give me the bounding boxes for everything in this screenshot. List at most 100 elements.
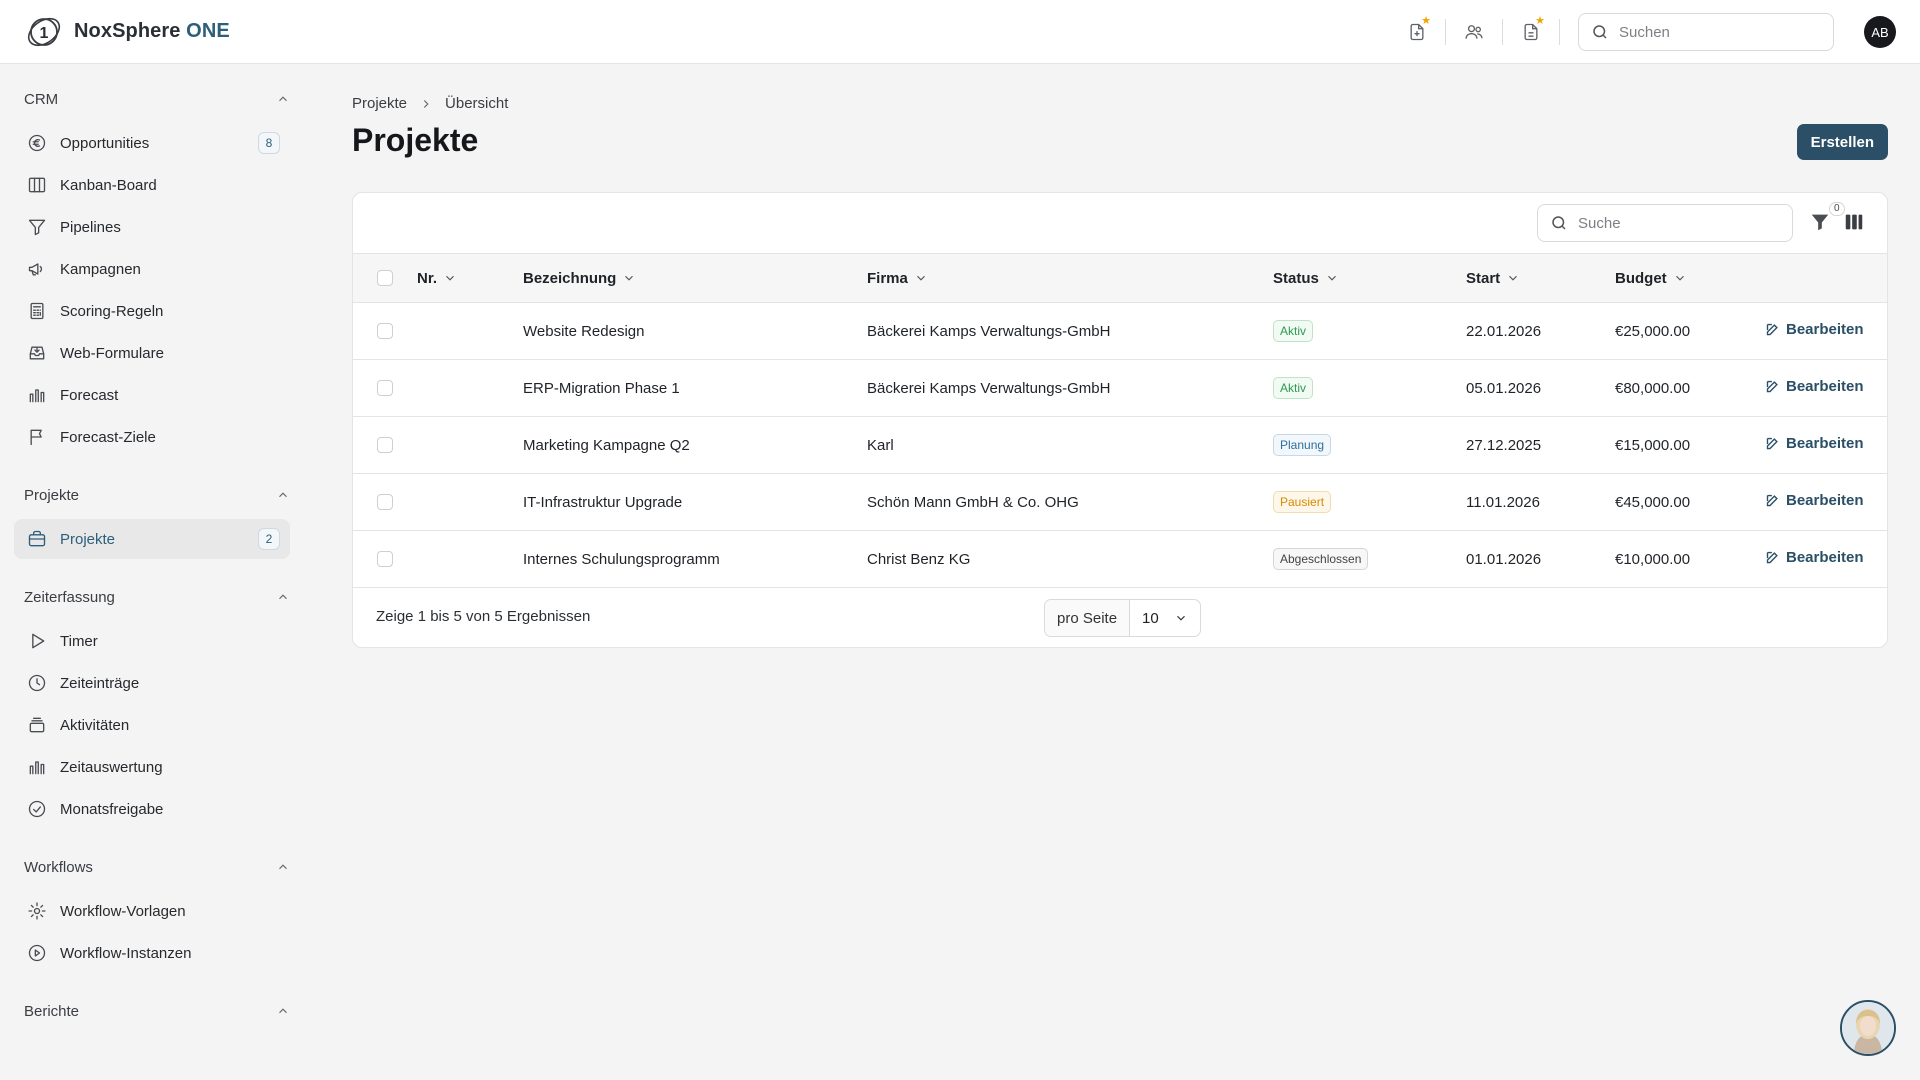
column-header-nr[interactable]: Nr. (417, 254, 523, 303)
sidebar-item-label: Forecast (60, 386, 119, 404)
page-title: Projekte (352, 122, 479, 158)
projects-table-card: 0 Nr. Bezeichnung Firma Status Start Bud… (352, 192, 1888, 648)
table-search[interactable] (1537, 204, 1793, 242)
row-checkbox[interactable] (377, 323, 393, 339)
edit-button[interactable]: Bearbeiten (1765, 492, 1864, 509)
edit-button[interactable]: Bearbeiten (1765, 549, 1864, 566)
brand-name: NoxSphere ONE (74, 20, 230, 43)
table-row[interactable]: Website Redesign Bäckerei Kamps Verwaltun… (353, 303, 1887, 360)
cell-budget: €25,000.00 (1615, 322, 1691, 340)
inbox-icon (29, 346, 45, 360)
chevron-right-icon (423, 99, 429, 108)
sidebar-item-label: Workflow-Instanzen (60, 944, 192, 962)
per-page-label: pro Seite (1045, 600, 1131, 636)
cell-actions: Bearbeiten (1765, 303, 1887, 360)
sidebar-item-forecast-ziele[interactable]: Forecast-Ziele (14, 417, 290, 457)
sidebar-section-crm: CRM Opportunities 8 Kanban-Board Pipelines Ka… (0, 77, 300, 457)
sidebar-item-workflow-vorlagen[interactable]: Workflow-Vorlagen (14, 891, 290, 931)
column-header-bezeichnung[interactable]: Bezeichnung (523, 254, 867, 303)
column-header-budget[interactable]: Budget (1615, 254, 1765, 303)
table-row[interactable]: Internes Schulungsprogramm Christ Benz KG… (353, 531, 1887, 588)
cell-start: 01.01.2026 (1466, 550, 1542, 568)
sidebar-section-header[interactable]: Projekte (0, 473, 300, 517)
cell-start: 05.01.2026 (1466, 379, 1542, 397)
sidebar-item-forecast[interactable]: Forecast (14, 375, 290, 415)
result-count-text: Zeige 1 bis 5 von 5 Ergebnissen (376, 608, 591, 625)
cell-bezeichnung[interactable]: ERP-Migration Phase 1 (523, 360, 867, 417)
filter-icon[interactable] (1809, 211, 1831, 233)
sidebar-item-count-badge: 8 (258, 132, 280, 154)
columns-toggle-icon[interactable] (1843, 211, 1865, 233)
cell-actions: Bearbeiten (1765, 474, 1887, 531)
cell-bezeichnung[interactable]: Marketing Kampagne Q2 (523, 417, 867, 474)
row-checkbox[interactable] (377, 437, 393, 453)
breadcrumb: Projekte Übersicht (352, 95, 1888, 112)
chevron-up-icon (279, 492, 287, 498)
edit-button[interactable]: Bearbeiten (1765, 378, 1864, 395)
column-header-start[interactable]: Start (1466, 254, 1615, 303)
star-icon: ★ (1535, 15, 1545, 27)
sidebar-item-kampagnen[interactable]: Kampagnen (14, 249, 290, 289)
select-all-checkbox[interactable] (377, 270, 393, 286)
per-page-value: 10 (1142, 609, 1159, 627)
cell-bezeichnung[interactable]: Website Redesign (523, 303, 867, 360)
sidebar-item-label: Scoring-Regeln (60, 302, 164, 320)
sidebar-section-header[interactable]: Zeiterfassung (0, 575, 300, 619)
sidebar-item-opportunities[interactable]: Opportunities 8 (14, 123, 290, 163)
row-select-cell (353, 531, 417, 588)
global-search[interactable] (1578, 13, 1834, 51)
sidebar-item-kanban-board[interactable]: Kanban-Board (14, 165, 290, 205)
column-header-status[interactable]: Status (1273, 254, 1466, 303)
table-row[interactable]: IT-Infrastruktur Upgrade Schön Mann GmbH … (353, 474, 1887, 531)
user-avatar[interactable]: AB (1864, 16, 1896, 48)
chevron-up-icon (279, 864, 287, 870)
sidebar-item-zeitauswertung[interactable]: Zeitauswertung (14, 747, 290, 787)
cell-bezeichnung[interactable]: Internes Schulungsprogramm (523, 531, 867, 588)
chevron-down-icon (1327, 275, 1336, 281)
breadcrumb-link-projekte[interactable]: Projekte (352, 95, 407, 112)
sidebar-item-label: Zeitauswertung (60, 758, 163, 776)
sidebar-item-aktivitäten[interactable]: Aktivitäten (14, 705, 290, 745)
edit-icon (1766, 494, 1778, 507)
cell-nr (417, 303, 523, 360)
edit-button[interactable]: Bearbeiten (1765, 321, 1864, 338)
sidebar-section-header[interactable]: CRM (0, 77, 300, 121)
create-button[interactable]: Erstellen (1796, 124, 1888, 160)
row-checkbox[interactable] (377, 551, 393, 567)
row-select-cell (353, 474, 417, 531)
sidebar-section-header[interactable]: Berichte (0, 989, 300, 1033)
sidebar-item-monatsfreigabe[interactable]: Monatsfreigabe (14, 789, 290, 829)
column-header-firma[interactable]: Firma (867, 254, 1273, 303)
documents-button[interactable]: ★ (1511, 12, 1551, 52)
table-row[interactable]: Marketing Kampagne Q2 Karl Planung 27.12.20… (353, 417, 1887, 474)
global-search-input[interactable] (1619, 23, 1819, 41)
brand-name-accent: ONE (186, 20, 230, 42)
table-search-input[interactable] (1578, 214, 1778, 232)
column-label: Nr. (417, 269, 438, 287)
cell-status: Aktiv (1273, 303, 1466, 360)
sidebar-section-header[interactable]: Workflows (0, 845, 300, 889)
sidebar-item-count-badge: 2 (258, 528, 280, 550)
cell-bezeichnung[interactable]: IT-Infrastruktur Upgrade (523, 474, 867, 531)
sidebar-item-zeiteinträge[interactable]: Zeiteinträge (14, 663, 290, 703)
sidebar-item-projekte[interactable]: Projekte 2 (14, 519, 290, 559)
users-button[interactable] (1454, 12, 1494, 52)
per-page-select[interactable]: 10 (1130, 600, 1200, 636)
cell-nr (417, 531, 523, 588)
sidebar-item-pipelines[interactable]: Pipelines (14, 207, 290, 247)
sidebar-item-timer[interactable]: Timer (14, 621, 290, 661)
table-row[interactable]: ERP-Migration Phase 1 Bäckerei Kamps Verw… (353, 360, 1887, 417)
row-checkbox[interactable] (377, 380, 393, 396)
edit-button[interactable]: Bearbeiten (1765, 435, 1864, 452)
cell-actions: Bearbeiten (1765, 360, 1887, 417)
sidebar-item-label: Opportunities (60, 134, 150, 152)
row-select-cell (353, 360, 417, 417)
sidebar-item-web-formulare[interactable]: Web-Formulare (14, 333, 290, 373)
assistant-avatar-button[interactable] (1840, 1000, 1896, 1056)
sidebar-item-workflow-instanzen[interactable]: Workflow-Instanzen (14, 933, 290, 973)
new-document-button[interactable]: ★ (1397, 12, 1437, 52)
sidebar-item-scoring-regeln[interactable]: Scoring-Regeln (14, 291, 290, 331)
brand[interactable]: 1 NoxSphere ONE (24, 12, 230, 52)
row-checkbox[interactable] (377, 494, 393, 510)
per-page-control[interactable]: pro Seite 10 (1044, 599, 1202, 637)
